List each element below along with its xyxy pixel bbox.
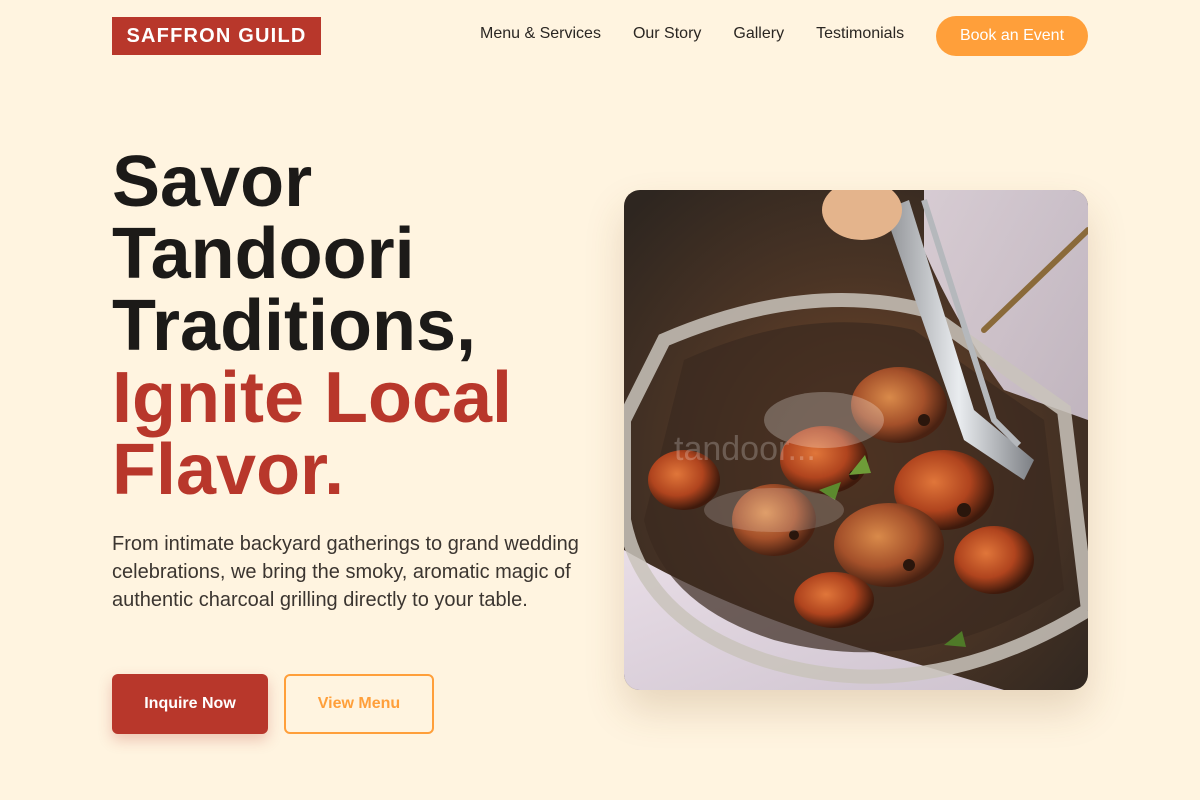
headline-line: Traditions, xyxy=(112,286,477,366)
hero-food-image: tandoor... xyxy=(624,190,1088,690)
hero-headline: Savor Tandoori Traditions, Ignite Local … xyxy=(112,146,592,506)
nav-item-gallery[interactable]: Gallery xyxy=(733,24,784,44)
headline-line: Savor xyxy=(112,142,313,222)
image-watermark: tandoor... xyxy=(674,430,816,468)
nav-item-our-story[interactable]: Our Story xyxy=(633,24,701,44)
brand-logo[interactable]: SAFFRON GUILD xyxy=(112,17,321,55)
inquire-now-button[interactable]: Inquire Now xyxy=(112,674,268,734)
headline-line: Tandoori xyxy=(112,214,415,294)
nav-item-testimonials[interactable]: Testimonials xyxy=(816,24,904,44)
headline-accent-line: Flavor. xyxy=(112,430,345,510)
view-menu-button[interactable]: View Menu xyxy=(284,674,434,734)
hero-subtext: From intimate backyard gatherings to gra… xyxy=(112,533,579,611)
headline-accent-line: Ignite Local xyxy=(112,358,513,438)
nav-item-menu-services[interactable]: Menu & Services xyxy=(480,24,601,44)
main-nav: Menu & Services Our Story Gallery Testim… xyxy=(480,24,904,44)
book-event-button[interactable]: Book an Event xyxy=(936,16,1088,56)
